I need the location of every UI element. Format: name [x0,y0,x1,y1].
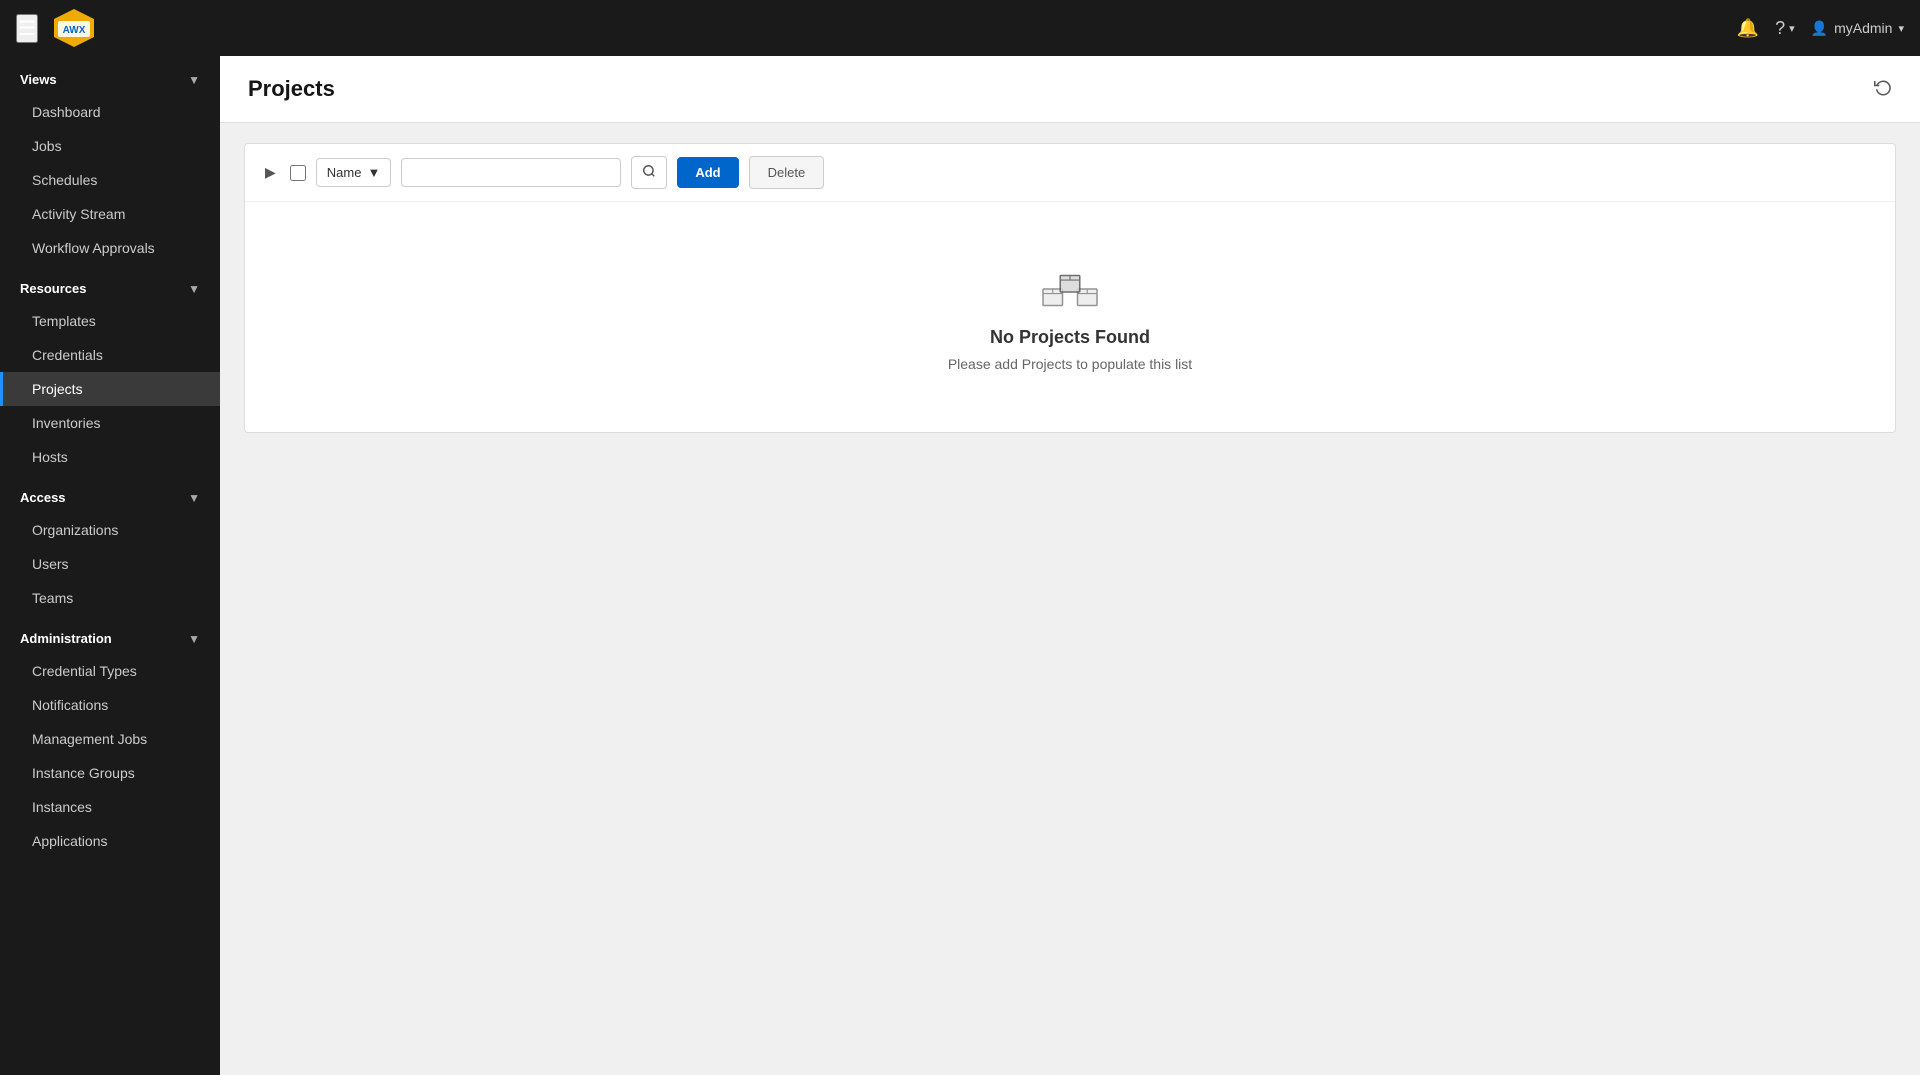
administration-chevron-icon: ▼ [188,632,200,646]
toolbar: ▶ Name ▼ Add Delete [245,144,1895,202]
user-icon: 👤 [1811,20,1828,37]
search-input[interactable] [401,158,621,187]
user-menu[interactable]: 👤 myAdmin ▾ [1811,20,1904,37]
delete-button[interactable]: Delete [749,156,825,189]
resources-section-label: Resources [20,281,86,296]
help-icon: ? [1775,18,1785,39]
search-icon [642,164,656,178]
content-area: Projects ▶ Name ▼ [220,56,1920,1075]
sidebar-item-users[interactable]: Users [0,547,220,581]
sidebar-item-notifications[interactable]: Notifications [0,688,220,722]
views-chevron-icon: ▼ [188,73,200,87]
awx-logo: AWX [50,9,98,47]
sidebar-item-organizations[interactable]: Organizations [0,513,220,547]
main-layout: Views ▼ Dashboard Jobs Schedules Activit… [0,56,1920,1075]
sidebar-item-management-jobs[interactable]: Management Jobs [0,722,220,756]
sidebar-section-resources[interactable]: Resources ▼ [0,265,220,304]
page-title: Projects [248,76,335,102]
svg-text:AWX: AWX [63,25,86,36]
page-header: Projects [220,56,1920,123]
select-all-checkbox[interactable] [290,165,306,181]
table-container: ▶ Name ▼ Add Delete [244,143,1896,433]
sidebar-item-instance-groups[interactable]: Instance Groups [0,756,220,790]
user-label: myAdmin [1834,20,1892,36]
sidebar-item-projects[interactable]: Projects [0,372,220,406]
empty-subtitle: Please add Projects to populate this lis… [948,356,1192,372]
main-content: ▶ Name ▼ Add Delete [220,123,1920,1075]
refresh-icon [1874,78,1892,96]
notifications-button[interactable]: 🔔 [1737,18,1759,39]
sidebar-item-teams[interactable]: Teams [0,581,220,615]
sidebar-item-activity-stream[interactable]: Activity Stream [0,197,220,231]
resources-chevron-icon: ▼ [188,282,200,296]
help-button[interactable]: ? ▾ [1775,18,1795,39]
access-section-label: Access [20,490,66,505]
page-header-actions [1874,78,1892,101]
user-dropdown-icon: ▾ [1898,22,1904,35]
sidebar-item-jobs[interactable]: Jobs [0,129,220,163]
filter-dropdown-icon: ▼ [367,165,380,180]
search-button[interactable] [631,156,667,189]
sidebar-item-credentials[interactable]: Credentials [0,338,220,372]
sidebar-section-access[interactable]: Access ▼ [0,474,220,513]
help-dropdown-icon: ▾ [1789,22,1795,35]
sidebar: Views ▼ Dashboard Jobs Schedules Activit… [0,56,220,1075]
sidebar-item-inventories[interactable]: Inventories [0,406,220,440]
logo-area: AWX [50,9,1737,47]
filter-label: Name [327,165,362,180]
empty-state: No Projects Found Please add Projects to… [245,202,1895,432]
boxes-icon [1040,262,1100,327]
sidebar-item-hosts[interactable]: Hosts [0,440,220,474]
sidebar-item-instances[interactable]: Instances [0,790,220,824]
sidebar-section-administration[interactable]: Administration ▼ [0,615,220,654]
top-nav: ☰ AWX 🔔 ? ▾ 👤 myAdmin ▾ [0,0,1920,56]
hamburger-menu[interactable]: ☰ [16,14,38,43]
sidebar-section-views[interactable]: Views ▼ [0,56,220,95]
refresh-button[interactable] [1874,78,1892,101]
add-button[interactable]: Add [677,157,738,188]
administration-section-label: Administration [20,631,112,646]
views-section-label: Views [20,72,57,87]
filter-dropdown[interactable]: Name ▼ [316,158,392,187]
sidebar-item-applications[interactable]: Applications [0,824,220,858]
empty-title: No Projects Found [990,327,1150,348]
sidebar-item-dashboard[interactable]: Dashboard [0,95,220,129]
sidebar-item-workflow-approvals[interactable]: Workflow Approvals [0,231,220,265]
sidebar-item-schedules[interactable]: Schedules [0,163,220,197]
sidebar-item-templates[interactable]: Templates [0,304,220,338]
expand-rows-button[interactable]: ▶ [261,160,280,185]
sidebar-item-credential-types[interactable]: Credential Types [0,654,220,688]
top-nav-right: 🔔 ? ▾ 👤 myAdmin ▾ [1737,18,1904,39]
access-chevron-icon: ▼ [188,491,200,505]
